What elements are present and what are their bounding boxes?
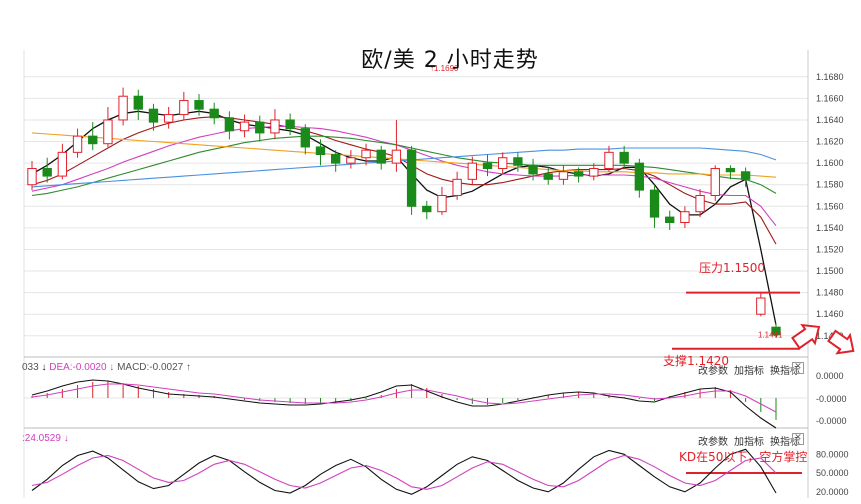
candle-body xyxy=(558,171,569,180)
candle-body xyxy=(376,149,386,164)
macd-tick-label: -0.0000 xyxy=(816,416,847,426)
low-marker: 1.1441 xyxy=(758,331,783,340)
resistance-label: 压力1.1500 xyxy=(699,261,765,275)
candle-body xyxy=(391,149,402,164)
candle-body xyxy=(619,151,629,164)
close-icon: ✕ xyxy=(794,362,802,372)
candle-body xyxy=(239,121,250,132)
candle-body xyxy=(209,108,219,119)
candle-body xyxy=(543,173,553,180)
price-tick-label: 1.1520 xyxy=(816,244,844,254)
macd-indicator-menu: 改参数 加指标 换指标 xyxy=(698,362,806,377)
price-tick-label: 1.1480 xyxy=(816,288,844,298)
candle-body xyxy=(513,157,523,166)
candle-body xyxy=(437,195,447,213)
candle-body xyxy=(118,95,128,121)
change-params-button[interactable]: 改参数 xyxy=(698,366,728,377)
candle-body xyxy=(589,168,599,177)
kd-indicator-menu: 改参数 加指标 换指标 xyxy=(698,433,806,448)
kd-tick-label: 80.0000 xyxy=(816,449,849,459)
candle-body xyxy=(148,108,159,123)
candle-body xyxy=(88,135,98,145)
candle-body xyxy=(42,168,52,177)
change-params-button[interactable]: 改参数 xyxy=(698,437,728,448)
candle-body xyxy=(406,149,417,207)
down-arrow-icon: ↓ xyxy=(41,362,47,373)
kd-tick-label: 20.0000 xyxy=(816,487,849,497)
kd-close-button[interactable]: ✕ xyxy=(792,433,804,445)
candle-body xyxy=(482,162,493,170)
macd-dea-label: DEA:-0.0020 xyxy=(49,362,107,373)
candle-body xyxy=(649,189,660,218)
candle-body xyxy=(315,146,326,155)
down-arrow-icon: ↓ xyxy=(63,433,69,444)
macd-header-prefix: 033 xyxy=(22,362,39,373)
candle-body xyxy=(27,168,37,186)
macd-header: 033 ↓ DEA:-0.0020 ↓ MACD:-0.0027 ↑ xyxy=(22,362,191,373)
kd-header: :24.0529 ↓ xyxy=(22,433,69,444)
candle-body xyxy=(224,117,235,132)
candle-body xyxy=(528,164,538,175)
up-arrow-icon: ↑ xyxy=(186,362,191,373)
candle-body xyxy=(103,119,113,145)
kd-tick-label: 50.0000 xyxy=(816,468,849,478)
price-tick-label: 1.1640 xyxy=(816,115,844,125)
macd-value-label: MACD:-0.0027 xyxy=(117,362,184,373)
close-icon: ✕ xyxy=(794,433,802,443)
candle-body xyxy=(270,119,280,134)
candle-body xyxy=(695,195,705,213)
candle-body xyxy=(725,168,736,173)
kd-header-value: :24.0529 xyxy=(22,433,61,444)
price-tick-label: 1.1460 xyxy=(816,309,844,319)
candle-body xyxy=(133,95,143,110)
price-tick-label: 1.1560 xyxy=(816,201,844,211)
chart-title: 欧/美 2 小时走势 xyxy=(361,48,539,73)
chart-canvas: ↑1.16901.1441 1.16801.16601.16401.16201.… xyxy=(0,0,861,504)
candle-body xyxy=(72,135,83,153)
price-tick-label: 1.1600 xyxy=(816,158,844,168)
candle-body xyxy=(498,157,508,170)
candle-body xyxy=(740,171,751,180)
candle-body xyxy=(179,100,189,116)
candle-body xyxy=(573,171,584,177)
price-tick-label: 1.1660 xyxy=(816,93,844,103)
candle-body xyxy=(710,168,720,197)
candle-body xyxy=(57,151,68,177)
candle-body xyxy=(634,162,645,191)
candle-body xyxy=(422,205,432,213)
candle-body xyxy=(680,211,690,223)
candle-body xyxy=(346,157,356,164)
candle-body xyxy=(452,178,462,197)
macd-tick-label: 0.0000 xyxy=(816,371,844,381)
candle-body xyxy=(285,119,295,130)
add-indicator-button[interactable]: 加指标 xyxy=(734,366,764,377)
candle-body xyxy=(467,162,478,180)
add-indicator-button[interactable]: 加指标 xyxy=(734,437,764,448)
macd-tick-label: -0.0000 xyxy=(816,394,847,404)
price-tick-label: 1.1500 xyxy=(816,266,844,276)
candle-body xyxy=(604,151,614,170)
candle-body xyxy=(361,149,371,159)
candle-body xyxy=(255,121,265,134)
macd-close-button[interactable]: ✕ xyxy=(792,362,804,374)
kd-note-label: KD在50以下，空方掌控 xyxy=(679,450,808,464)
price-tick-label: 1.1580 xyxy=(816,180,844,190)
down-arrow-icon: ↓ xyxy=(109,362,115,373)
candle-body xyxy=(756,297,766,315)
candle-body xyxy=(194,100,204,110)
price-tick-label: 1.1540 xyxy=(816,223,844,233)
candle-body xyxy=(163,114,174,123)
price-tick-label: 1.1620 xyxy=(816,137,844,147)
candle-body xyxy=(665,216,675,223)
candle-body xyxy=(300,128,310,148)
candle-body xyxy=(330,153,341,164)
